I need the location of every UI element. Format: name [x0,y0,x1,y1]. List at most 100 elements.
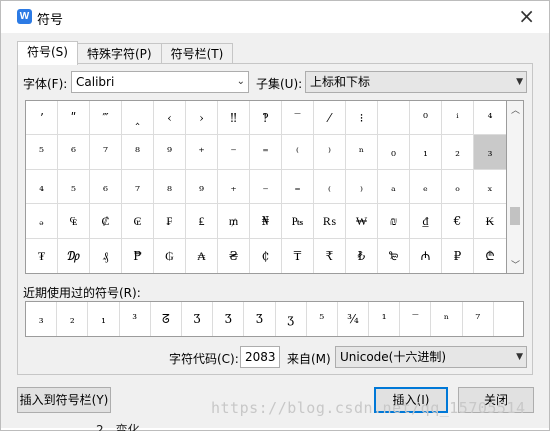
font-select[interactable]: Calibri ⌄ [71,71,249,93]
symbol-cell[interactable]: ₌ [282,169,314,205]
symbol-cell[interactable]: € [442,204,474,239]
symbol-cell[interactable]: ⁽ [282,135,314,170]
symbol-cell[interactable]: ₈ [154,169,186,205]
symbol-cell[interactable]: ₫ [410,204,442,239]
symbol-cell[interactable]: ₐ [378,169,410,205]
tab-symbol-bar[interactable]: 符号栏(T) [160,43,234,65]
chevron-up-icon[interactable]: ︿ [511,103,520,116]
symbol-cell[interactable]: ₦ [250,204,282,239]
symbol-cell[interactable]: ₇ [122,169,154,205]
symbol-cell[interactable]: ₸ [282,238,314,273]
symbol-cell[interactable]: ‽ [250,101,282,136]
symbol-cell[interactable]: ₠ [58,204,90,239]
symbol-cell[interactable]: ₤ [186,204,218,239]
symbol-cell[interactable]: ʼ [26,101,58,136]
recent-symbol-cell[interactable] [494,302,525,336]
symbol-cell[interactable]: ‾ [282,101,314,136]
symbol-cell[interactable]: ₹ [314,238,346,273]
tab-symbols[interactable]: 符号(S) [17,41,78,65]
close-icon[interactable]: × [518,5,535,27]
symbol-cell[interactable]: ‸ [122,101,154,136]
symbol-cell[interactable]: ‹ [154,101,186,136]
symbol-cell[interactable]: ₔ [26,204,58,239]
symbol-cell[interactable]: ₱ [122,238,154,273]
symbol-cell[interactable]: ⁶ [58,135,90,170]
symbol-cell[interactable]: ⁼ [250,135,282,170]
recent-symbol-cell[interactable]: ⁿ [431,302,463,336]
recent-symbol-cell[interactable]: ₁ [88,302,120,336]
recent-symbol-cell[interactable]: ³ [120,302,151,336]
symbol-cell[interactable]: ₲ [154,238,186,273]
symbol-cell[interactable]: ₍ [314,169,346,205]
tab-special-chars[interactable]: 特殊字符(P) [76,43,162,65]
symbol-cell[interactable]: ₋ [250,169,282,205]
symbol-cell[interactable]: ₺ [346,238,378,273]
symbol-cell[interactable]: ₰ [90,238,122,273]
symbol-cell[interactable]: ₵ [250,238,282,273]
symbol-cell[interactable]: ₴ [218,238,250,273]
symbol-cell[interactable]: ⁹ [154,135,186,170]
char-code-input[interactable]: 2083 [240,346,280,368]
symbol-cell[interactable]: ₅ [58,169,90,205]
symbol-cell[interactable]: ⁺ [186,135,218,170]
symbol-cell[interactable]: ⁷ [90,135,122,170]
symbol-cell[interactable]: ₡ [90,204,122,239]
symbol-cell[interactable]: ₻ [378,238,410,273]
symbol-cell[interactable]: ₥ [218,204,250,239]
recent-symbol-cell[interactable]: ¾ [338,302,370,336]
recent-symbol-cell[interactable]: Ʒ [213,302,245,336]
symbol-cell[interactable]: ‴ [90,101,122,136]
recent-symbol-cell[interactable]: ⁷ [463,302,494,336]
recent-symbol-cell[interactable]: Ʒ [182,302,214,336]
symbol-cell[interactable]: ₾ [474,239,506,273]
symbol-cell[interactable]: ₯ [58,238,90,273]
recent-symbol-cell[interactable]: ʒ [276,302,307,336]
subset-select[interactable]: 上标和下标 ▼ [305,71,527,93]
symbol-cell[interactable]: ₒ [442,169,474,205]
scrollbar-thumb[interactable] [510,207,520,225]
symbol-cell[interactable]: ₣ [154,204,186,239]
recent-symbol-cell[interactable]: ₃ [26,302,58,336]
symbol-cell[interactable]: ⁱ [442,101,474,136]
symbol-cell[interactable]: › [186,101,218,136]
recent-symbol-cell[interactable]: ‾ [400,302,432,336]
symbol-cell[interactable]: ₑ [410,169,442,205]
symbol-cell[interactable]: ⁰ [410,101,442,136]
symbol-cell[interactable]: ₳ [186,238,218,273]
symbol-cell[interactable]: ₁ [410,135,442,170]
recent-symbol-cell[interactable]: Ʒ [244,302,276,336]
chevron-down-icon[interactable]: ﹀ [511,258,520,271]
symbol-cell[interactable]: ⁴ [474,101,506,136]
symbol-cell[interactable]: ‼ [218,101,250,136]
symbol-cell[interactable]: ₆ [90,169,122,205]
symbol-cell[interactable]: ₎ [346,169,378,205]
symbol-cell[interactable]: ₨ [314,204,346,239]
symbol-cell[interactable]: ₓ [474,170,506,205]
symbol-cell[interactable]: ʺ [58,101,90,136]
symbol-cell[interactable]: ⁵ [26,135,58,170]
symbol-cell[interactable]: ₀ [378,135,410,170]
recent-symbol-cell[interactable]: ₂ [57,302,89,336]
symbol-cell[interactable]: ₭ [474,204,506,239]
symbol-cell[interactable]: ₄ [26,169,58,205]
symbol-cell[interactable]: ₃ [474,135,506,170]
symbol-cell[interactable]: ⁄ [314,101,346,136]
symbol-cell[interactable]: ₢ [122,204,154,239]
symbol-cell[interactable] [378,101,410,136]
symbol-cell[interactable]: ₧ [282,204,314,239]
from-select[interactable]: Unicode(十六进制) ▼ [335,346,527,368]
recent-symbol-cell[interactable]: ᘔ [151,302,182,336]
grid-scrollbar[interactable]: ︿ ﹀ [507,100,524,274]
symbol-cell[interactable]: ⁸ [122,135,154,170]
insert-to-symbol-bar-button[interactable]: 插入到符号栏(Y) [17,387,111,413]
recent-symbol-cell[interactable]: ¹ [369,302,401,336]
symbol-cell[interactable]: ₼ [410,238,442,273]
symbol-cell[interactable]: ₽ [442,238,474,273]
symbol-cell[interactable]: ₉ [186,169,218,205]
symbol-cell[interactable]: ⁝ [346,101,378,136]
symbol-cell[interactable]: ₮ [26,238,58,273]
symbol-cell[interactable]: ⁾ [314,135,346,170]
symbol-cell[interactable]: ₂ [442,135,474,170]
symbol-cell[interactable]: ₩ [346,204,378,239]
symbol-cell[interactable]: ₊ [218,169,250,205]
